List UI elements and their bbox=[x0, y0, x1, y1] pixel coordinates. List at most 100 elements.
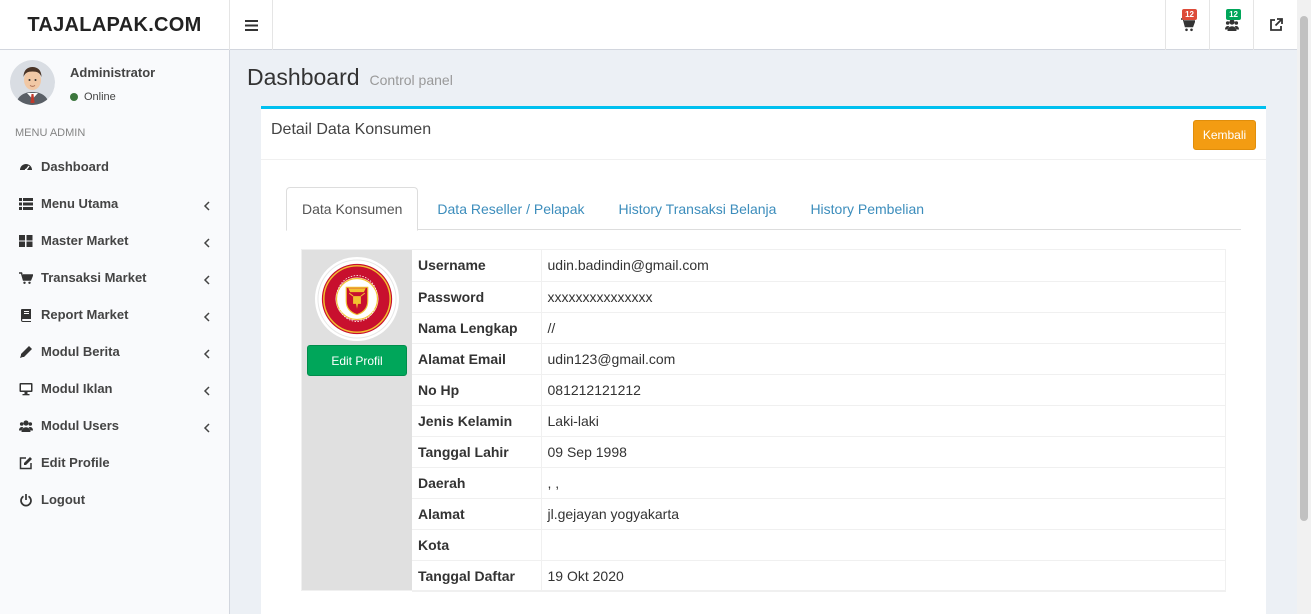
user-status: Online bbox=[70, 91, 116, 103]
sidebar-item-label: Logout bbox=[41, 492, 86, 507]
sidebar-item-label: Modul Users bbox=[41, 418, 120, 433]
sidebar-item-logout[interactable]: Logout bbox=[0, 481, 229, 518]
field-value: 09 Sep 1998 bbox=[547, 443, 627, 460]
menu-header: MENU ADMIN bbox=[15, 127, 86, 139]
tab-history-transaksi-belanja[interactable]: History Transaksi Belanja bbox=[603, 187, 791, 230]
field-label: Jenis Kelamin bbox=[412, 405, 542, 436]
cart-notification-button[interactable]: 12 bbox=[1165, 0, 1209, 50]
field-label: Password bbox=[412, 281, 542, 312]
sidebar-item-label: Dashboard bbox=[41, 159, 109, 174]
cart-icon bbox=[18, 271, 33, 285]
sidebar-item-dashboard[interactable]: Dashboard bbox=[0, 148, 229, 185]
field-value: xxxxxxxxxxxxxxx bbox=[547, 288, 653, 305]
field-label: Daerah bbox=[412, 467, 542, 498]
sidebar-item-label: Master Market bbox=[41, 233, 129, 248]
external-link-icon bbox=[1269, 18, 1283, 31]
cart-icon bbox=[1180, 18, 1195, 32]
pencil-icon bbox=[18, 345, 33, 359]
field-label: Kota bbox=[412, 529, 542, 560]
external-link-button[interactable] bbox=[1253, 0, 1297, 50]
sidebar-item-report-market[interactable]: Report Market bbox=[0, 296, 229, 333]
chevron-left-icon bbox=[203, 236, 211, 248]
table-row: Nama Lengkap // bbox=[412, 312, 1226, 343]
field-label: No Hp bbox=[412, 374, 542, 405]
field-label: Tanggal Lahir bbox=[412, 436, 542, 467]
sidebar-item-modul-berita[interactable]: Modul Berita bbox=[0, 333, 229, 370]
users-icon bbox=[1224, 19, 1239, 31]
table-row: Password xxxxxxxxxxxxxxx bbox=[412, 281, 1226, 312]
th-large-icon bbox=[18, 234, 33, 248]
field-label: Alamat Email bbox=[412, 343, 542, 374]
field-value: // bbox=[547, 319, 556, 336]
tab-history-pembelian[interactable]: History Pembelian bbox=[795, 187, 939, 230]
field-value: udin.badindin@gmail.com bbox=[547, 257, 709, 274]
back-button[interactable]: Kembali bbox=[1193, 120, 1256, 150]
sidebar-item-master-market[interactable]: Master Market bbox=[0, 222, 229, 259]
club-crest-icon bbox=[317, 259, 397, 339]
top-navbar: TAJALAPAK.COM 12 12 bbox=[0, 0, 1297, 50]
field-label: Alamat bbox=[412, 498, 542, 529]
chevron-left-icon bbox=[203, 347, 211, 359]
cart-count-badge: 12 bbox=[1182, 9, 1197, 20]
field-value: 19 Okt 2020 bbox=[547, 567, 624, 584]
field-value: jl.gejayan yogyakarta bbox=[547, 505, 680, 522]
list-icon bbox=[18, 197, 33, 211]
sidebar-toggle-button[interactable] bbox=[230, 0, 273, 50]
chevron-left-icon bbox=[203, 199, 211, 211]
table-row: Alamat jl.gejayan yogyakarta bbox=[412, 498, 1226, 529]
sidebar-item-menu-utama[interactable]: Menu Utama bbox=[0, 185, 229, 222]
tab-bar: Data Konsumen Data Reseller / Pelapak Hist… bbox=[286, 187, 1241, 231]
chevron-left-icon bbox=[203, 273, 211, 285]
detail-box: Detail Data Konsumen Kembali Data Konsum… bbox=[261, 106, 1266, 614]
users-count-badge: 12 bbox=[1226, 9, 1241, 20]
box-title: Detail Data Konsumen bbox=[271, 121, 432, 138]
field-label: Tanggal Daftar bbox=[412, 560, 542, 591]
desktop-icon bbox=[18, 382, 33, 396]
sidebar-menu: Dashboard Menu Utama Master Market Transaks… bbox=[0, 148, 229, 518]
field-value: 081212121212 bbox=[547, 381, 641, 398]
table-row: Tanggal Daftar 19 Okt 2020 bbox=[412, 560, 1226, 591]
sidebar-item-label: Edit Profile bbox=[41, 455, 110, 470]
table-row: No Hp 081212121212 bbox=[412, 374, 1226, 405]
table-row: Tanggal Lahir 09 Sep 1998 bbox=[412, 436, 1226, 467]
sidebar-item-label: Modul Berita bbox=[41, 344, 120, 359]
scrollbar-thumb[interactable] bbox=[1300, 16, 1308, 521]
field-value: Laki-laki bbox=[547, 412, 599, 429]
chevron-left-icon bbox=[203, 310, 211, 322]
tab-data-reseller-pelapak[interactable]: Data Reseller / Pelapak bbox=[422, 187, 599, 230]
chevron-left-icon bbox=[203, 384, 211, 396]
page-title: Dashboard bbox=[247, 64, 360, 90]
sidebar-item-edit-profile[interactable]: Edit Profile bbox=[0, 444, 229, 481]
power-icon bbox=[18, 493, 33, 507]
table-row: Daerah , , bbox=[412, 467, 1226, 498]
sidebar-item-transaksi-market[interactable]: Transaksi Market bbox=[0, 259, 229, 296]
users-notification-button[interactable]: 12 bbox=[1209, 0, 1253, 50]
table-row: Username udin.badindin@gmail.com bbox=[412, 250, 1226, 281]
sidebar-item-modul-users[interactable]: Modul Users bbox=[0, 407, 229, 444]
profile-photo-cell: Edit Profil bbox=[302, 250, 412, 590]
sidebar: Administrator Online MENU ADMIN Dashboar… bbox=[0, 50, 230, 614]
sidebar-item-label: Transaksi Market bbox=[41, 270, 147, 285]
online-dot-icon bbox=[70, 93, 78, 101]
avatar bbox=[10, 60, 55, 105]
edit-icon bbox=[18, 456, 33, 470]
field-label: Nama Lengkap bbox=[412, 312, 542, 343]
consumer-info-table: Username udin.badindin@gmail.com Password x… bbox=[412, 250, 1226, 592]
chevron-left-icon bbox=[203, 421, 211, 433]
tab-data-konsumen[interactable]: Data Konsumen bbox=[286, 187, 419, 231]
field-value bbox=[541, 529, 1226, 560]
field-value: , , bbox=[547, 474, 560, 491]
page-scrollbar[interactable] bbox=[1297, 0, 1311, 614]
user-name: Administrator bbox=[70, 65, 156, 80]
consumer-detail: Edit Profil Username udin.badindin@gmail.… bbox=[301, 249, 1226, 591]
sidebar-item-modul-iklan[interactable]: Modul Iklan bbox=[0, 370, 229, 407]
sidebar-item-label: Modul Iklan bbox=[41, 381, 113, 396]
edit-profile-button[interactable]: Edit Profil bbox=[307, 345, 407, 376]
table-row: Kota bbox=[412, 529, 1226, 560]
table-row: Jenis Kelamin Laki-laki bbox=[412, 405, 1226, 436]
brand-logo[interactable]: TAJALAPAK.COM bbox=[0, 0, 230, 50]
table-row: Alamat Email udin123@gmail.com bbox=[412, 343, 1226, 374]
hamburger-icon bbox=[244, 19, 258, 31]
user-panel: Administrator Online bbox=[10, 60, 220, 106]
page-subtitle: Control panel bbox=[369, 72, 453, 88]
